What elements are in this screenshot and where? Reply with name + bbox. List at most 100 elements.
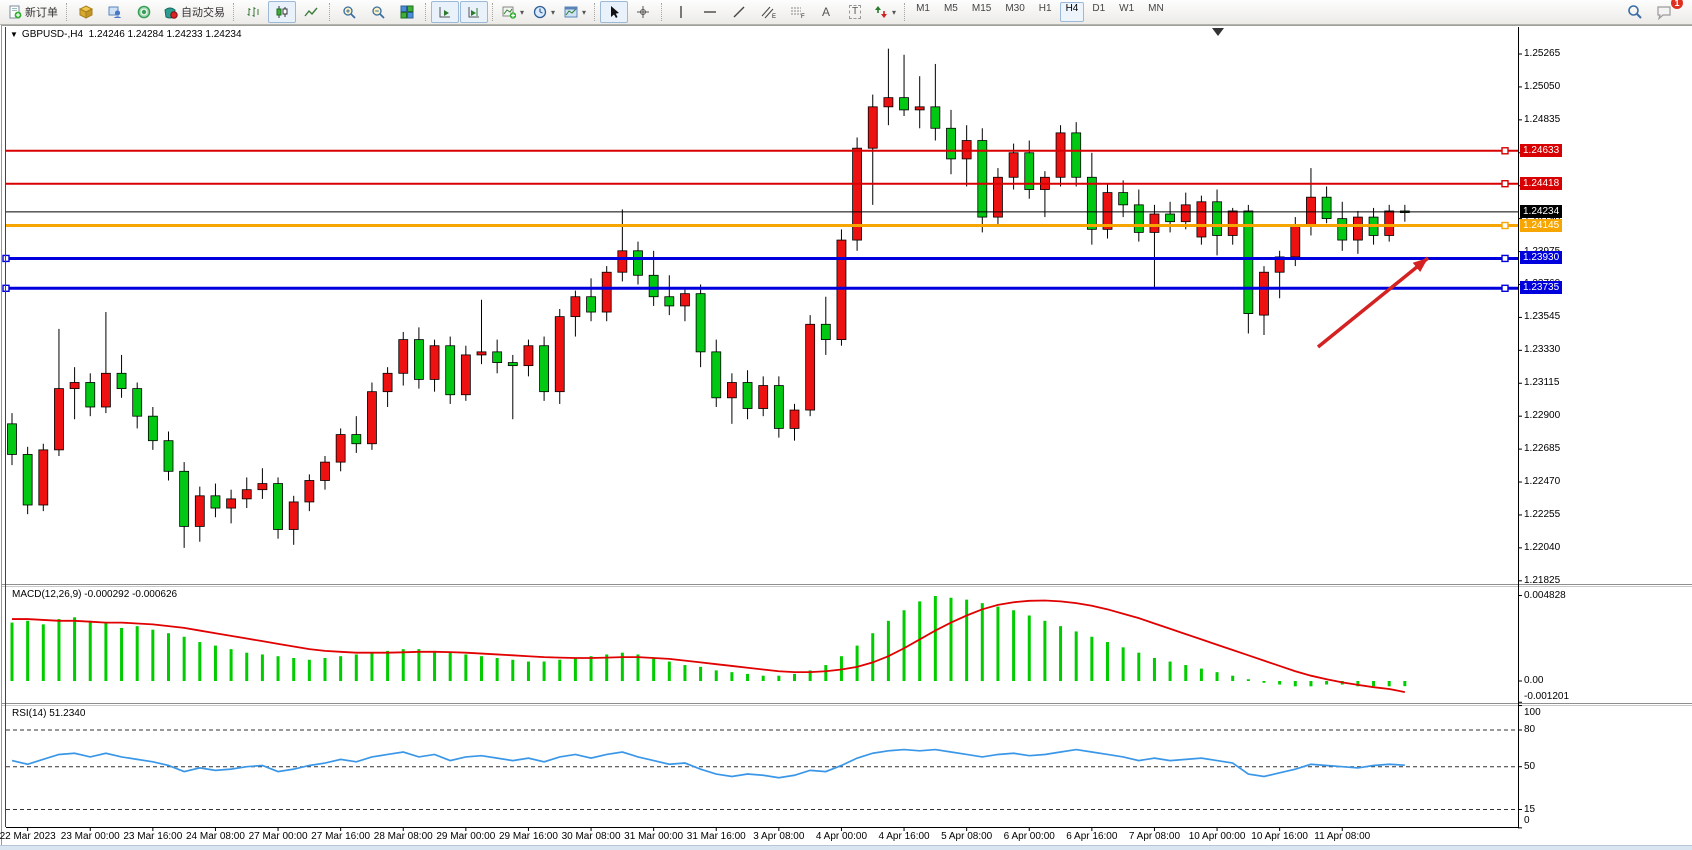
autoscroll-icon (438, 5, 452, 19)
date-axis-label: 4 Apr 16:00 (878, 831, 929, 842)
templates-button[interactable]: ▾ (560, 1, 590, 23)
fibonacci-icon: F (790, 5, 805, 19)
date-axis-label: 31 Mar 16:00 (687, 831, 746, 842)
timeframe-m5[interactable]: M5 (938, 2, 964, 22)
candle-body (634, 251, 643, 276)
text-button[interactable]: A (812, 1, 840, 23)
timeframe-h1[interactable]: H1 (1033, 2, 1058, 22)
autotrading-button[interactable]: 自动交易 (159, 1, 229, 23)
indicators-button[interactable]: ▾ (498, 1, 528, 23)
price-axis-tick-label: 1.21825 (1524, 575, 1560, 586)
candle-body (743, 382, 752, 408)
candle-body (947, 128, 956, 159)
zoom-in-button[interactable] (335, 1, 363, 23)
macd-signal-line (12, 600, 1405, 692)
chart-canvas[interactable] (0, 0, 1692, 850)
label-button[interactable]: T (841, 1, 869, 23)
periods-button[interactable]: ▾ (529, 1, 559, 23)
templates-icon (564, 5, 578, 19)
chart-shift-button[interactable] (460, 1, 488, 23)
line-end-marker (1502, 181, 1508, 187)
crosshair-button[interactable] (629, 1, 657, 23)
zoom-out-button[interactable] (364, 1, 392, 23)
data-window-button[interactable] (130, 1, 158, 23)
timeframe-w1[interactable]: W1 (1113, 2, 1140, 22)
price-line-tag: 1.24418 (1520, 177, 1562, 190)
chat-icon (1656, 5, 1672, 20)
candle-body (665, 297, 674, 306)
price-axis-tick-label: 1.24405 (1524, 180, 1560, 191)
market-watch-button[interactable] (72, 1, 100, 23)
timeframe-m30[interactable]: M30 (999, 2, 1030, 22)
candle-body (383, 373, 392, 391)
candle-body (8, 424, 17, 455)
horizontal-line-button[interactable] (696, 1, 724, 23)
candle-body (993, 177, 1002, 217)
candle-body (821, 324, 830, 339)
date-axis-label: 27 Mar 00:00 (249, 831, 308, 842)
tile-windows-button[interactable] (393, 1, 421, 23)
date-axis-label: 23 Mar 16:00 (123, 831, 182, 842)
candle-body (962, 141, 971, 159)
cursor-button[interactable] (600, 1, 628, 23)
annotation-arrow[interactable] (1318, 258, 1428, 347)
candle-body (1322, 197, 1331, 218)
line-chart-icon (304, 5, 318, 19)
vertical-line-button[interactable] (667, 1, 695, 23)
new-order-button[interactable]: 新订单 (4, 1, 62, 23)
candle-body (618, 251, 627, 272)
search-button[interactable] (1621, 1, 1649, 23)
channel-icon: E (761, 5, 776, 19)
price-line-tag: 1.23930 (1520, 251, 1562, 264)
timeframe-m15[interactable]: M15 (966, 2, 997, 22)
line-end-marker (1502, 285, 1508, 291)
toolbar-separator (329, 3, 331, 21)
candle-body (1306, 197, 1315, 226)
line-chart-button[interactable] (297, 1, 325, 23)
autoscroll-button[interactable] (431, 1, 459, 23)
notification-badge: 1 (1671, 0, 1683, 9)
candle-body (790, 410, 799, 428)
toolbar-separator (904, 3, 906, 21)
candle-body (696, 294, 705, 352)
trendline-button[interactable] (725, 1, 753, 23)
candle-body (712, 352, 721, 398)
candle-body (1025, 153, 1034, 190)
candle-body (1166, 214, 1175, 222)
candle-body (70, 382, 79, 388)
candle-body (1056, 133, 1065, 177)
candle-body (587, 297, 596, 312)
price-axis-tick-label: 1.22040 (1524, 542, 1560, 553)
candle-body (1213, 202, 1222, 236)
candle-body (1087, 177, 1096, 229)
chat-button[interactable]: 1 (1650, 1, 1678, 23)
timeframe-d1[interactable]: D1 (1086, 2, 1111, 22)
navigator-button[interactable] (101, 1, 129, 23)
channel-button[interactable]: E (754, 1, 782, 23)
date-axis-label: 28 Mar 08:00 (374, 831, 433, 842)
candle-body (1009, 153, 1018, 178)
candle-body (101, 373, 110, 407)
candlestick-button[interactable] (268, 1, 296, 23)
candle-body (227, 499, 236, 508)
timeframe-m1[interactable]: M1 (910, 2, 936, 22)
date-axis-label: 24 Mar 08:00 (186, 831, 245, 842)
chevron-down-icon: ▾ (551, 8, 555, 17)
fibonacci-button[interactable]: F (783, 1, 811, 23)
timeframe-mn[interactable]: MN (1142, 2, 1170, 22)
annotation-arrow-head (1413, 258, 1428, 272)
price-line-tag: 1.24633 (1520, 144, 1562, 157)
candle-body (352, 435, 361, 444)
timeframe-h4[interactable]: H4 (1060, 2, 1085, 22)
candle-body (1385, 211, 1394, 236)
price-axis-tick-label: 1.23115 (1524, 377, 1559, 388)
candle-body (477, 352, 486, 355)
arrows-button[interactable]: ▾ (870, 1, 900, 23)
date-axis-label: 30 Mar 08:00 (562, 831, 621, 842)
zoom-in-icon (342, 5, 356, 19)
price-axis-tick-label: 1.22470 (1524, 476, 1560, 487)
chart-shift-icon (467, 5, 481, 19)
candle-body (508, 363, 517, 366)
rsi-line (12, 750, 1405, 778)
bar-chart-button[interactable] (239, 1, 267, 23)
